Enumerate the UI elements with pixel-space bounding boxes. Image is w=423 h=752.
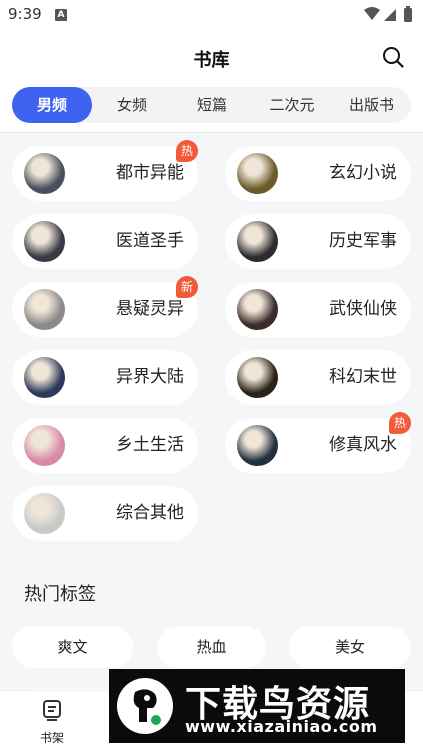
category-card[interactable]: 异界大陆 [12, 350, 198, 405]
category-badge: 热 [389, 412, 411, 434]
tab-female[interactable]: 女频 [92, 87, 172, 123]
tab-published[interactable]: 出版书 [332, 87, 411, 123]
bookshelf-icon [43, 700, 61, 721]
category-badge: 热 [176, 140, 198, 162]
category-cover-image [237, 289, 278, 330]
tag-chip[interactable]: 爽文 [12, 626, 133, 668]
category-cover-image [24, 493, 65, 534]
category-label: 悬疑灵异 [116, 299, 184, 319]
category-label: 异界大陆 [116, 367, 184, 387]
notification-icon: A [55, 9, 67, 21]
category-label: 医道圣手 [116, 231, 184, 251]
channel-tabs: 男频 女频 短篇 二次元 出版书 [12, 87, 411, 123]
category-badge: 新 [176, 276, 198, 298]
category-card[interactable]: 医道圣手 [12, 214, 198, 269]
bird-logo-icon [133, 689, 161, 725]
category-label: 乡土生活 [116, 435, 184, 455]
category-label: 都市异能 [116, 163, 184, 183]
divider [0, 132, 423, 133]
category-card[interactable]: 都市异能热 [12, 140, 198, 201]
page-title: 书库 [193, 50, 230, 71]
category-label: 科幻末世 [329, 367, 397, 387]
category-card[interactable]: 修真风水热 [225, 412, 411, 473]
nav-item-bookshelf[interactable]: 书架 [22, 699, 82, 746]
category-cover-image [24, 425, 65, 466]
category-cover-image [24, 357, 65, 398]
search-icon [383, 47, 404, 68]
category-label: 历史军事 [329, 231, 397, 251]
wifi-signal-battery-icon [364, 6, 412, 22]
watermark-url: www.xiazainiao.com [185, 717, 378, 736]
watermark-logo [117, 678, 173, 734]
tag-chip[interactable]: 美女 [289, 626, 411, 668]
search-button[interactable] [381, 45, 405, 69]
tag-chip[interactable]: 热血 [157, 626, 266, 668]
category-cover-image [237, 425, 278, 466]
tab-male[interactable]: 男频 [12, 87, 92, 123]
category-label: 修真风水 [329, 435, 397, 455]
category-card[interactable]: 武侠仙侠 [225, 282, 411, 337]
category-label: 武侠仙侠 [329, 299, 397, 319]
hot-tags-title: 热门标签 [24, 584, 96, 605]
category-cover-image [24, 221, 65, 262]
category-card[interactable]: 历史军事 [225, 214, 411, 269]
category-label: 综合其他 [116, 503, 184, 523]
watermark-banner: 下载鸟资源 www.xiazainiao.com [109, 669, 405, 743]
tab-short[interactable]: 短篇 [172, 87, 252, 123]
category-cover-image [24, 153, 65, 194]
category-cover-image [24, 289, 65, 330]
header: 书库 [0, 30, 423, 84]
nav-label-bookshelf: 书架 [39, 731, 64, 745]
status-time: 9:39 [8, 5, 42, 23]
category-card[interactable]: 乡土生活 [12, 418, 198, 473]
category-card[interactable]: 综合其他 [12, 486, 198, 541]
category-cover-image [237, 153, 278, 194]
category-cover-image [237, 221, 278, 262]
channel-tabs-bar: 男频 女频 短篇 二次元 出版书 [0, 84, 423, 132]
category-card[interactable]: 玄幻小说 [225, 146, 411, 201]
status-bar: 9:39 A [0, 0, 423, 30]
category-label: 玄幻小说 [329, 163, 397, 183]
category-cover-image [237, 357, 278, 398]
tab-anime[interactable]: 二次元 [252, 87, 332, 123]
status-icons [363, 6, 415, 28]
category-card[interactable]: 科幻末世 [225, 350, 411, 405]
category-card[interactable]: 悬疑灵异新 [12, 276, 198, 337]
